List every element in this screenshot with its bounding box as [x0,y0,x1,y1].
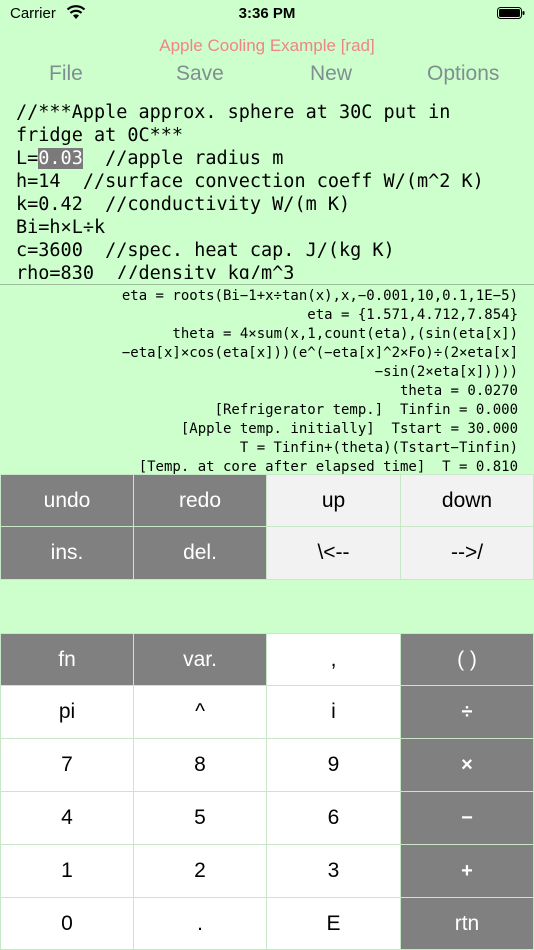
editor-text: //apple radius m [82,148,284,169]
editor-line: h=14 //surface convection coeff W/(m^2 K… [16,171,484,192]
main-keypad: fn var. , ( ) pi ^ i ÷ 7 8 9 × 4 5 6 − 1… [0,633,534,950]
fn-button[interactable]: fn [0,633,134,686]
file-menu[interactable]: File [49,62,83,86]
clock: 3:36 PM [238,5,296,22]
digit-3-button[interactable]: 3 [266,844,401,898]
results-panel: eta = roots(Bi−1+x÷tan(x),x,−0.001,10,0.… [0,287,518,477]
editor-line: rho=830 //density kg/m^3 [16,263,295,279]
editor-line: fridge at 0C*** [16,125,184,146]
digit-7-button[interactable]: 7 [0,738,134,792]
decimal-point-button[interactable]: . [133,897,267,950]
editor-line: c=3600 //spec. heat cap. J/(kg K) [16,240,395,261]
digit-4-button[interactable]: 4 [0,791,134,845]
result-line: eta = {1.571,4.712,7.854} [307,307,518,323]
menu-bar: File Save New Options [0,62,534,90]
selected-text: 0.03 [38,148,83,169]
result-line: eta = roots(Bi−1+x÷tan(x),x,−0.001,10,0.… [121,288,518,304]
result-line: [Apple temp. initially] Tstart = 30.000 [180,421,518,437]
edit-keypad: undo redo up down ins. del. \<-- -->/ [0,474,534,580]
result-line: theta = 4×sum(x,1,count(eta),(sin(eta[x]… [172,326,518,342]
var-button[interactable]: var. [133,633,267,686]
options-menu[interactable]: Options [427,62,499,86]
undo-button[interactable]: undo [0,474,134,527]
editor-line: Bi=h×L÷k [16,217,106,238]
redo-button[interactable]: redo [133,474,267,527]
power-button[interactable]: ^ [133,685,267,739]
digit-0-button[interactable]: 0 [0,897,134,950]
document-title: Apple Cooling Example [rad] [159,36,375,55]
down-button[interactable]: down [400,474,534,527]
digit-1-button[interactable]: 1 [0,844,134,898]
up-button[interactable]: up [266,474,401,527]
cursor-right-button[interactable]: -->/ [400,526,534,580]
result-line: −sin(2×eta[x])))) [374,364,518,380]
editor-line: //***Apple approx. sphere at 30C put in [16,102,451,123]
exponent-button[interactable]: E [266,897,401,950]
editor-line: k=0.42 //conductivity W/(m K) [16,194,351,215]
imaginary-button[interactable]: i [266,685,401,739]
editor-text: L= [16,148,39,169]
result-line: [Refrigerator temp.] Tinfin = 0.000 [214,402,518,418]
status-bar: Carrier 3:36 PM [0,0,534,30]
editor-divider [0,284,534,285]
return-button[interactable]: rtn [400,897,534,950]
battery-icon [497,7,525,19]
plus-button[interactable]: + [400,844,534,898]
pi-button[interactable]: pi [0,685,134,739]
insert-button[interactable]: ins. [0,526,134,580]
code-editor[interactable]: //***Apple approx. sphere at 30C put in … [16,101,526,279]
divide-button[interactable]: ÷ [400,685,534,739]
digit-5-button[interactable]: 5 [133,791,267,845]
new-menu[interactable]: New [310,62,352,86]
parens-button[interactable]: ( ) [400,633,534,686]
cursor-left-button[interactable]: \<-- [266,526,401,580]
result-line: theta = 0.0270 [399,383,518,399]
editor-line: L=0.03 //apple radius m [16,147,526,170]
result-line: −eta[x]×cos(eta[x]))(e^(−eta[x]^2×Fo)÷(2… [121,345,518,361]
digit-8-button[interactable]: 8 [133,738,267,792]
comma-button[interactable]: , [266,633,401,686]
minus-button[interactable]: − [400,791,534,845]
digit-6-button[interactable]: 6 [266,791,401,845]
result-line: T = Tinfin+(theta)(Tstart−Tinfin) [239,440,518,456]
digit-2-button[interactable]: 2 [133,844,267,898]
save-menu[interactable]: Save [176,62,224,86]
digit-9-button[interactable]: 9 [266,738,401,792]
multiply-button[interactable]: × [400,738,534,792]
delete-button[interactable]: del. [133,526,267,580]
